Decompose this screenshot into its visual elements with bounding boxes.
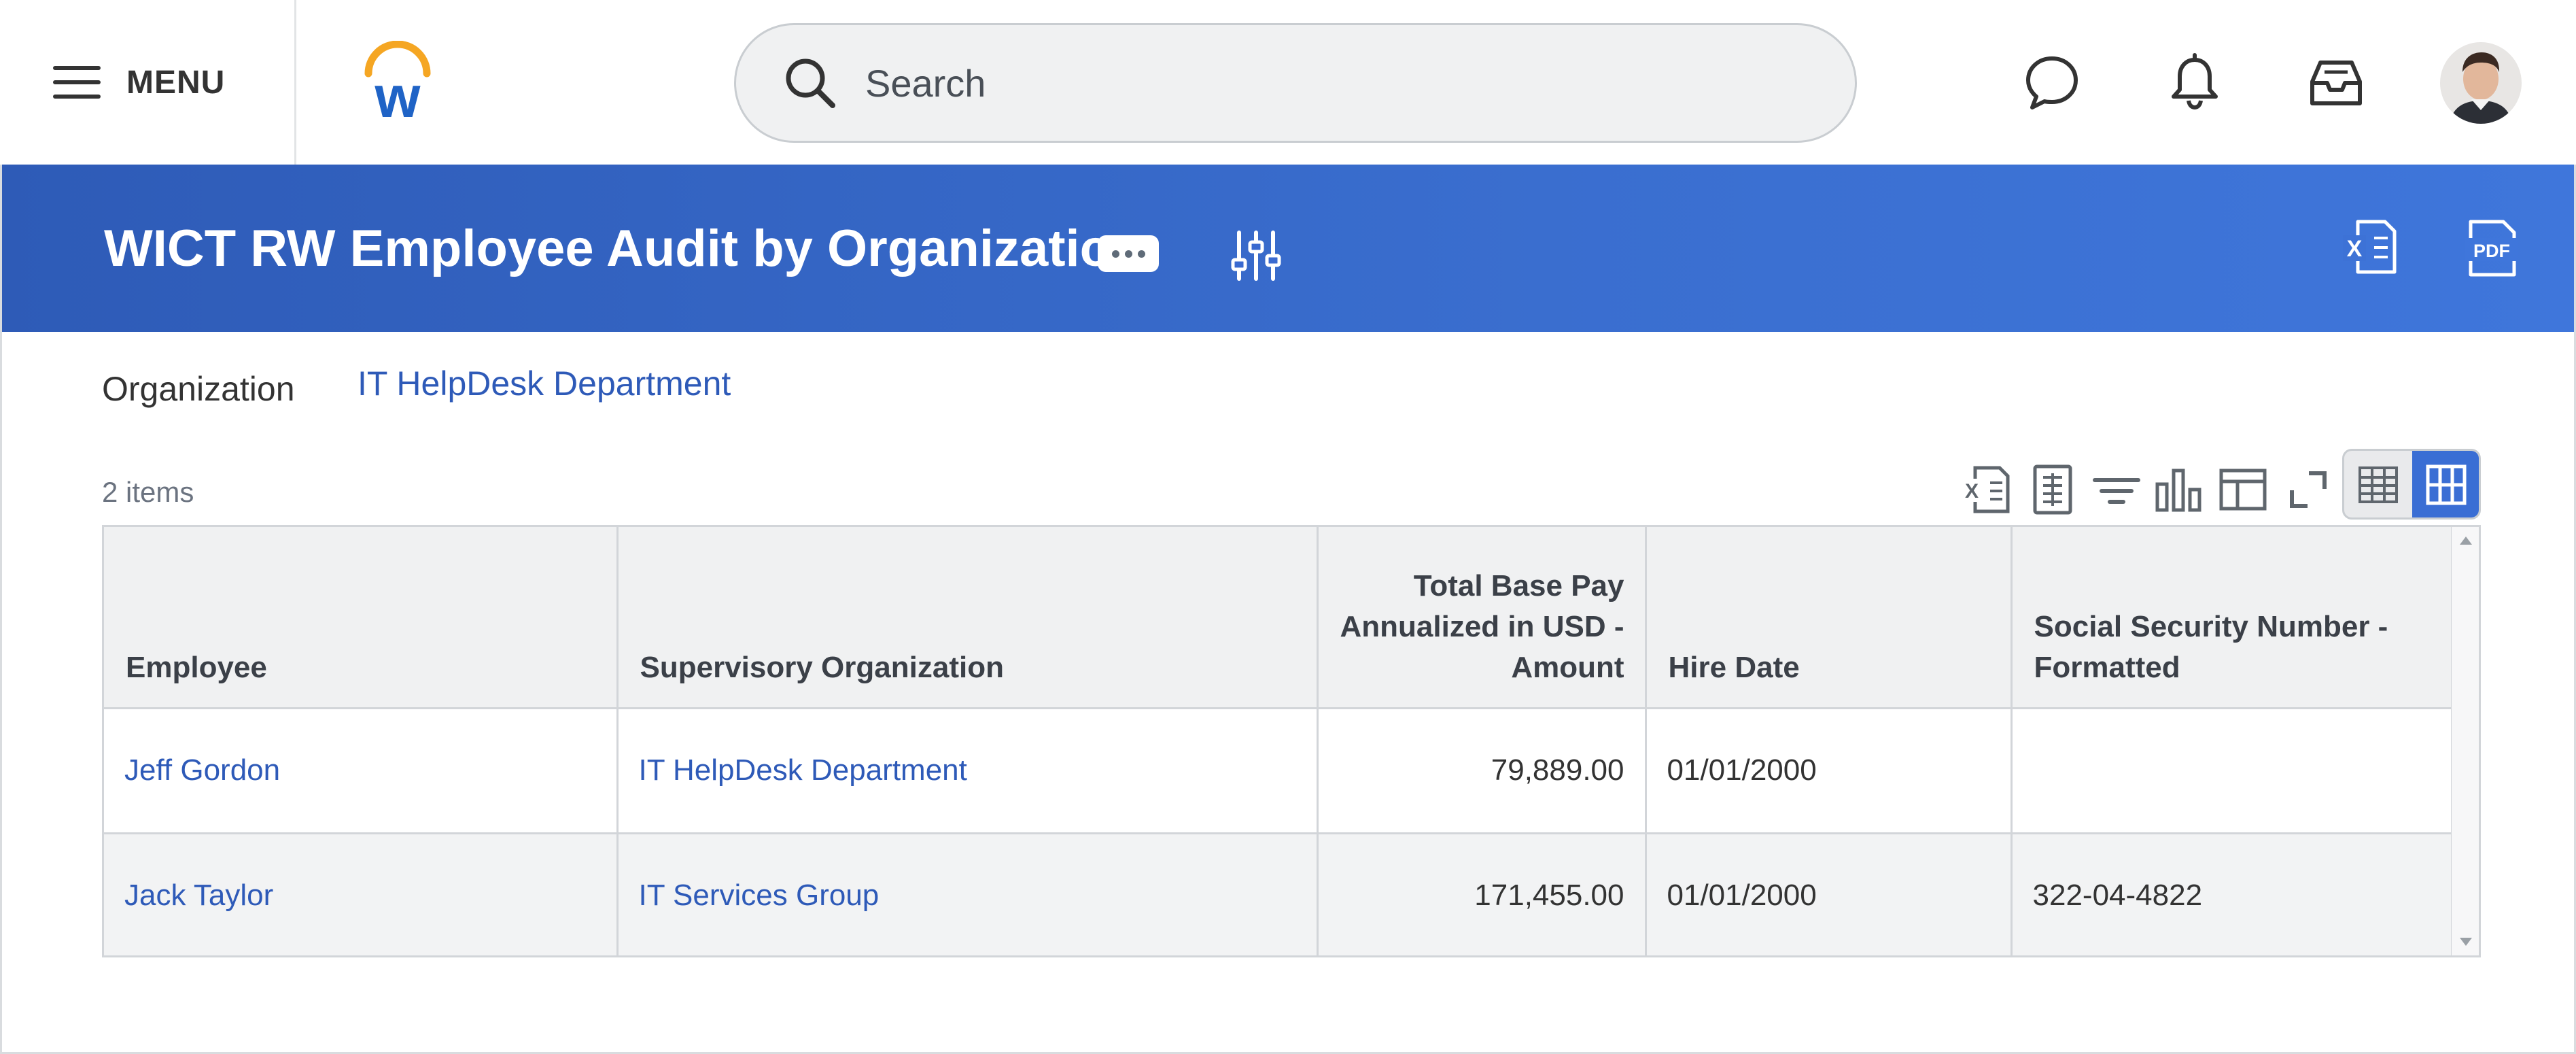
column-header-ssn[interactable]: Social Security Number - Formatted: [2011, 527, 2453, 709]
employee-cell: Jeff Gordon: [104, 708, 619, 834]
svg-text:PDF: PDF: [2473, 241, 2510, 261]
sliders-icon[interactable]: [1231, 228, 1281, 283]
page-header: WICT RW Employee Audit by Organization X…: [2, 165, 2574, 332]
chart-icon[interactable]: [2153, 464, 2205, 515]
excel-icon[interactable]: X: [2343, 219, 2399, 275]
grid-view-icon: [2426, 464, 2467, 505]
user-avatar[interactable]: [2440, 42, 2522, 124]
column-header-supervisory-organization[interactable]: Supervisory Organization: [617, 527, 1319, 709]
search-bar[interactable]: [734, 23, 1857, 143]
menu-label: MENU: [126, 64, 226, 101]
svg-text:X: X: [2347, 236, 2363, 262]
dot-icon: [1124, 250, 1132, 258]
vertical-scrollbar[interactable]: [2452, 527, 2479, 955]
table-row: Jack Taylor IT Services Group 171,455.00…: [104, 833, 2453, 955]
supervisory-org-link[interactable]: IT HelpDesk Department: [639, 753, 967, 787]
hire-date-cell: 01/01/2000: [1646, 833, 2013, 955]
hire-date-cell: 01/01/2000: [1646, 708, 2013, 834]
column-header-hire-date[interactable]: Hire Date: [1646, 527, 2013, 709]
hamburger-icon: [53, 66, 101, 99]
supervisory-org-link[interactable]: IT Services Group: [639, 879, 880, 912]
report-table: Employee Supervisory Organization Total …: [104, 527, 2453, 955]
employee-cell: Jack Taylor: [104, 833, 619, 955]
pdf-icon[interactable]: PDF: [2465, 219, 2518, 277]
table-view-button[interactable]: [2344, 451, 2412, 517]
scroll-up-arrow-icon[interactable]: [2460, 537, 2472, 545]
svg-text:X: X: [1965, 480, 1979, 503]
search-icon: [786, 58, 835, 108]
scroll-down-arrow-icon[interactable]: [2460, 938, 2472, 946]
menu-button[interactable]: MENU: [53, 58, 225, 106]
inbox-icon[interactable]: [2307, 53, 2365, 112]
organization-link[interactable]: IT HelpDesk Department: [358, 364, 731, 403]
items-count: 2 items: [102, 476, 194, 508]
table-view-icon: [2359, 466, 2398, 503]
column-header-base-pay[interactable]: Total Base Pay Annualized in USD - Amoun…: [1317, 527, 1647, 709]
base-pay-cell: 79,889.00: [1317, 708, 1647, 834]
supervisory-org-cell: IT Services Group: [617, 833, 1319, 955]
organization-label: Organization: [102, 370, 295, 408]
svg-text:w: w: [375, 65, 421, 122]
page-title: WICT RW Employee Audit by Organization: [104, 220, 1143, 277]
table-row: Jeff Gordon IT HelpDesk Department 79,88…: [104, 708, 2453, 834]
fullscreen-icon[interactable]: [2282, 464, 2334, 515]
column-header-employee[interactable]: Employee: [104, 527, 619, 709]
report-grid: Employee Supervisory Organization Total …: [102, 525, 2481, 957]
grid-view-button[interactable]: [2412, 451, 2479, 517]
ssn-cell: 322-04-4822: [2011, 833, 2453, 955]
employee-link[interactable]: Jack Taylor: [124, 879, 273, 912]
base-pay-cell: 171,455.00: [1317, 833, 1647, 955]
column-layout-icon[interactable]: [2217, 464, 2269, 515]
chat-icon[interactable]: [2023, 53, 2081, 112]
filter-icon[interactable]: [2091, 464, 2142, 515]
dot-icon: [1111, 250, 1119, 258]
view-toggle: [2342, 449, 2481, 520]
more-actions-button[interactable]: [1098, 235, 1159, 272]
topbar-divider: [294, 0, 296, 165]
print-sheet-icon[interactable]: [2027, 464, 2078, 515]
ssn-cell: [2011, 708, 2453, 834]
export-excel-icon[interactable]: X: [1962, 464, 2013, 515]
dot-icon: [1137, 250, 1145, 258]
bell-icon[interactable]: [2165, 53, 2224, 112]
workday-logo[interactable]: w: [360, 41, 435, 122]
top-navigation-bar: MENU w: [0, 0, 2576, 165]
employee-link[interactable]: Jeff Gordon: [124, 753, 280, 787]
supervisory-org-cell: IT HelpDesk Department: [617, 708, 1319, 834]
table-header-row: Employee Supervisory Organization Total …: [104, 527, 2453, 709]
search-input[interactable]: [865, 61, 1749, 105]
